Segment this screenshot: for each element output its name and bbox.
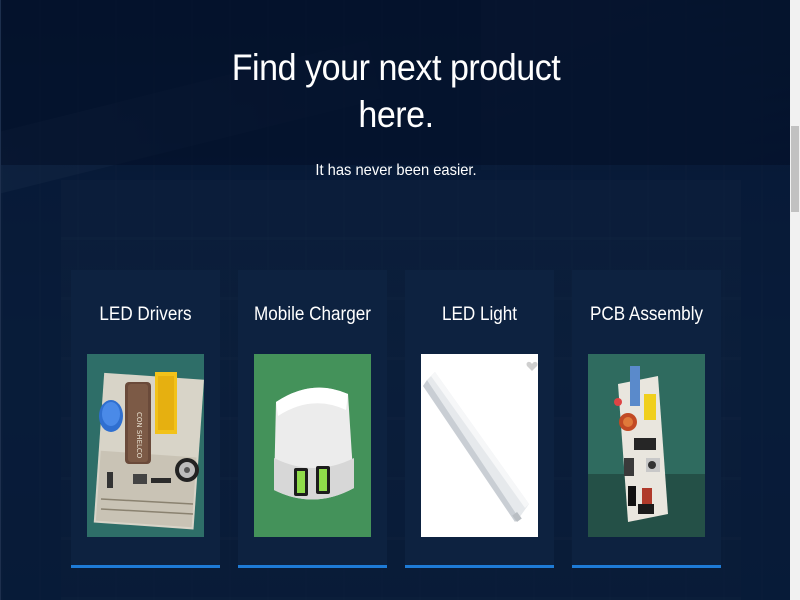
scrollbar-track[interactable] <box>790 0 800 600</box>
led-driver-circuit-image[interactable]: CON SHELCO <box>87 354 204 537</box>
led-tube-light-image[interactable] <box>421 354 538 537</box>
usb-charger-image[interactable] <box>254 354 371 537</box>
svg-text:CON SHELCO: CON SHELCO <box>135 412 143 459</box>
product-card-title[interactable]: Mobile Charger <box>245 303 379 327</box>
product-card-title[interactable]: PCB Assembly <box>579 303 713 327</box>
product-card-mobile-charger[interactable]: Mobile Charger <box>238 270 387 568</box>
scrollbar-thumb[interactable] <box>791 126 799 212</box>
pcb-assembly-image[interactable] <box>588 354 705 537</box>
page: Find your next product here. It has neve… <box>0 0 791 600</box>
product-card-title[interactable]: LED Light <box>412 303 546 327</box>
product-card-led-drivers[interactable]: LED Drivers CON SHELCO <box>71 270 220 568</box>
product-card-title[interactable]: LED Drivers <box>78 303 212 327</box>
product-card-led-light[interactable]: LED Light <box>405 270 554 568</box>
hero-title: Find your next product here. <box>231 47 561 135</box>
hero-subtitle: It has never been easier. <box>315 162 477 179</box>
product-card-pcb-assembly[interactable]: PCB Assembly <box>572 270 721 568</box>
